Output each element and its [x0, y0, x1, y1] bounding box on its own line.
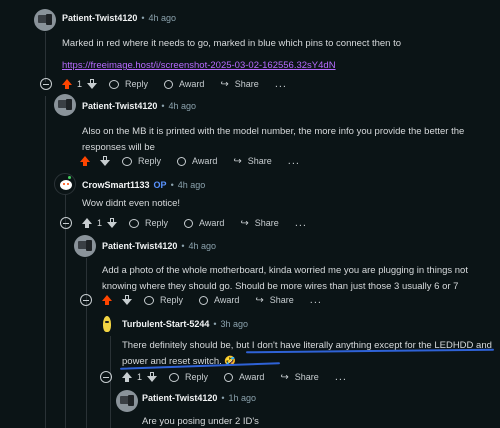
reply-button[interactable]: Reply: [144, 295, 183, 305]
upvote-icon[interactable]: [122, 372, 132, 382]
share-button[interactable]: ↪ Share: [280, 372, 318, 383]
award-button[interactable]: Award: [199, 295, 239, 305]
username[interactable]: Patient-Twist4120: [82, 101, 157, 111]
comment-link[interactable]: https://freeimage.host/i/screenshot-2025…: [62, 58, 336, 74]
timestamp: 4h ago: [177, 180, 206, 190]
username[interactable]: Patient-Twist4120: [142, 393, 217, 403]
op-badge: OP: [153, 180, 167, 190]
share-button[interactable]: ↪ Share: [255, 295, 293, 306]
vote-controls: 1: [62, 79, 98, 89]
vote-controls: 1: [122, 372, 158, 382]
avatar[interactable]: [54, 173, 76, 195]
avatar[interactable]: [96, 313, 118, 335]
share-button[interactable]: ↪ Share: [233, 156, 271, 167]
collapse-button[interactable]: [100, 371, 112, 383]
separator: •: [181, 241, 185, 251]
more-options-button[interactable]: ...: [288, 155, 300, 167]
reply-button[interactable]: Reply: [109, 79, 148, 89]
downvote-icon[interactable]: [122, 295, 132, 305]
avatar[interactable]: [116, 390, 138, 412]
more-options-button[interactable]: ...: [275, 78, 287, 90]
comment-body: Are you posing under 2 ID's: [142, 416, 259, 427]
timestamp: 4h ago: [168, 101, 197, 111]
score: 1: [137, 372, 143, 382]
separator: •: [161, 101, 165, 111]
upvote-icon[interactable]: [80, 156, 90, 166]
score: 1: [77, 79, 83, 89]
separator: •: [221, 393, 225, 403]
username[interactable]: Patient-Twist4120: [62, 13, 137, 23]
thread-line: [86, 258, 87, 428]
upvote-icon[interactable]: [62, 79, 72, 89]
award-button[interactable]: Award: [224, 372, 264, 382]
separator: •: [170, 180, 174, 190]
reply-button[interactable]: Reply: [129, 218, 168, 228]
share-icon: ↪: [220, 78, 229, 90]
award-button[interactable]: Award: [177, 156, 217, 166]
comment-icon: [144, 295, 154, 305]
comment-icon: [169, 372, 180, 382]
separator: •: [141, 13, 145, 23]
downvote-icon[interactable]: [147, 372, 158, 382]
timestamp: 1h ago: [228, 393, 257, 403]
upvote-icon[interactable]: [102, 295, 112, 305]
more-options-button[interactable]: ...: [335, 371, 347, 383]
timestamp: 4h ago: [188, 241, 217, 251]
collapse-button[interactable]: [40, 78, 52, 90]
thread-line: [45, 32, 46, 82]
share-icon: ↪: [255, 294, 264, 306]
more-options-button[interactable]: ...: [295, 217, 307, 229]
reply-button[interactable]: Reply: [122, 156, 161, 166]
award-button[interactable]: Award: [184, 218, 224, 228]
avatar[interactable]: [34, 9, 56, 31]
comment-icon: [109, 79, 120, 89]
avatar[interactable]: [54, 94, 76, 116]
award-button[interactable]: Award: [164, 79, 204, 89]
award-icon: [224, 372, 234, 382]
timestamp: 4h ago: [148, 13, 177, 23]
share-button[interactable]: ↪ Share: [240, 218, 278, 229]
vote-controls: [102, 295, 132, 305]
separator: •: [213, 319, 217, 329]
vote-controls: 1: [82, 218, 118, 228]
comment-body: Wow didnt even notice!: [82, 198, 181, 209]
downvote-icon[interactable]: [87, 79, 98, 89]
award-icon: [184, 218, 194, 228]
collapse-button[interactable]: [80, 294, 92, 306]
share-icon: ↪: [240, 217, 249, 229]
comment-icon: [122, 156, 132, 166]
vote-controls: [80, 156, 110, 166]
comment-icon: [129, 218, 140, 228]
share-icon: ↪: [233, 155, 242, 167]
award-icon: [177, 156, 187, 166]
more-options-button[interactable]: ...: [310, 294, 322, 306]
score: 1: [97, 218, 103, 228]
award-icon: [199, 295, 209, 305]
share-button[interactable]: ↪ Share: [220, 79, 258, 90]
username[interactable]: Turbulent-Start-5244: [122, 319, 209, 329]
comment-body: Also on the MB it is printed with the mo…: [82, 126, 465, 153]
collapse-button[interactable]: [60, 217, 72, 229]
downvote-icon[interactable]: [107, 218, 118, 228]
username[interactable]: CrowSmart1133: [82, 180, 150, 190]
comment-body: Marked in red where it needs to go, mark…: [62, 38, 402, 49]
username[interactable]: Patient-Twist4120: [102, 241, 177, 251]
avatar[interactable]: [74, 235, 96, 257]
award-icon: [164, 79, 174, 89]
downvote-icon[interactable]: [100, 156, 110, 166]
reply-button[interactable]: Reply: [169, 372, 208, 382]
share-icon: ↪: [280, 371, 289, 383]
comment-body: Add a photo of the whole motherboard, ki…: [102, 265, 468, 292]
thread-line: [45, 96, 46, 428]
timestamp: 3h ago: [220, 319, 249, 329]
upvote-icon[interactable]: [82, 218, 92, 228]
